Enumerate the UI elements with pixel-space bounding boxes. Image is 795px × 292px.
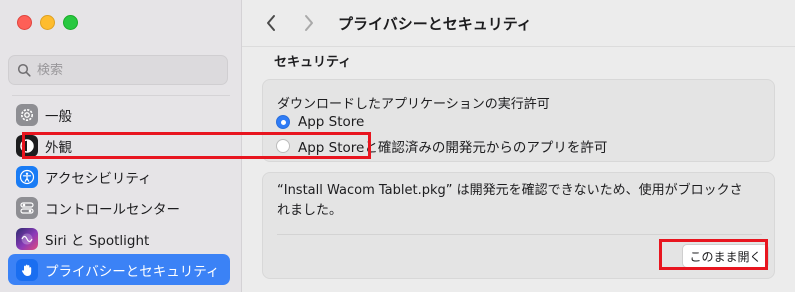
allow-apps-label: ダウンロードしたアプリケーションの実行許可 xyxy=(277,97,550,112)
sidebar-item-siri-spotlight[interactable]: Siri と Spotlight xyxy=(8,223,230,254)
window-controls xyxy=(17,15,78,30)
accessibility-icon xyxy=(16,165,38,188)
chevron-right-icon xyxy=(305,15,313,31)
sidebar-item-label: 一般 xyxy=(45,108,72,125)
sidebar-item-label: Siri と Spotlight xyxy=(45,232,150,249)
search-icon xyxy=(17,63,31,77)
toolbar-divider xyxy=(242,46,795,47)
toolbar: プライバシーとセキュリティ xyxy=(242,0,795,46)
blocked-app-message: “Install Wacom Tablet.pkg” は開発元を確認できないため… xyxy=(277,181,767,221)
radio-button-selected[interactable] xyxy=(276,115,290,129)
radio-label: App Store xyxy=(298,114,365,130)
back-button[interactable] xyxy=(256,8,286,38)
sidebar-item-general[interactable]: 一般 xyxy=(8,99,230,130)
page-title: プライバシーとセキュリティ xyxy=(338,14,532,33)
zoom-window-button[interactable] xyxy=(63,15,78,30)
sidebar-nav: 一般 外観 アクセシビリティ コントロールセンター Siri と Spotlig… xyxy=(8,99,230,285)
blocked-app-message-line: れました。 xyxy=(277,203,343,218)
sidebar-divider xyxy=(12,95,230,96)
siri-icon xyxy=(16,227,38,250)
search-input[interactable] xyxy=(37,62,207,78)
sidebar-item-label: 外観 xyxy=(45,139,72,156)
appearance-icon xyxy=(16,134,38,157)
gear-icon xyxy=(16,103,38,126)
sidebar-item-privacy-security[interactable]: プライバシーとセキュリティ xyxy=(8,254,230,285)
sidebar-item-appearance[interactable]: 外観 xyxy=(8,130,230,161)
sidebar-item-label: アクセシビリティ xyxy=(45,170,152,187)
radio-option-app-store[interactable]: App Store xyxy=(276,114,364,130)
section-title-security: セキュリティ xyxy=(274,55,352,70)
minimize-window-button[interactable] xyxy=(40,15,55,30)
sidebar-item-label: プライバシーとセキュリティ xyxy=(45,263,220,280)
forward-button[interactable] xyxy=(294,8,324,38)
radio-label: App Storeと確認済みの開発元からのアプリを許可 xyxy=(298,140,608,156)
chevron-left-icon xyxy=(267,15,275,31)
card-divider xyxy=(277,234,762,235)
blocked-app-card: “Install Wacom Tablet.pkg” は開発元を確認できないため… xyxy=(262,172,775,279)
open-anyway-button[interactable]: このまま開く xyxy=(682,244,769,268)
app-allow-card: ダウンロードしたアプリケーションの実行許可 App Store App Stor… xyxy=(262,79,775,162)
radio-option-app-store-identified-developers[interactable]: App Storeと確認済みの開発元からのアプリを許可 xyxy=(276,136,607,156)
control-center-icon xyxy=(16,196,38,219)
search-field[interactable] xyxy=(8,55,228,85)
sidebar-item-label: コントロールセンター xyxy=(45,201,180,218)
sidebar: 一般 外観 アクセシビリティ xyxy=(0,0,242,292)
hand-icon xyxy=(16,258,38,281)
blocked-app-message-line: “Install Wacom Tablet.pkg” は開発元を確認できないため… xyxy=(277,183,743,198)
radio-button-unselected[interactable] xyxy=(276,139,290,153)
sidebar-item-control-center[interactable]: コントロールセンター xyxy=(8,192,230,223)
sidebar-item-accessibility[interactable]: アクセシビリティ xyxy=(8,161,230,192)
main-pane: プライバシーとセキュリティ セキュリティ ダウンロードしたアプリケーションの実行… xyxy=(242,0,795,292)
close-window-button[interactable] xyxy=(17,15,32,30)
